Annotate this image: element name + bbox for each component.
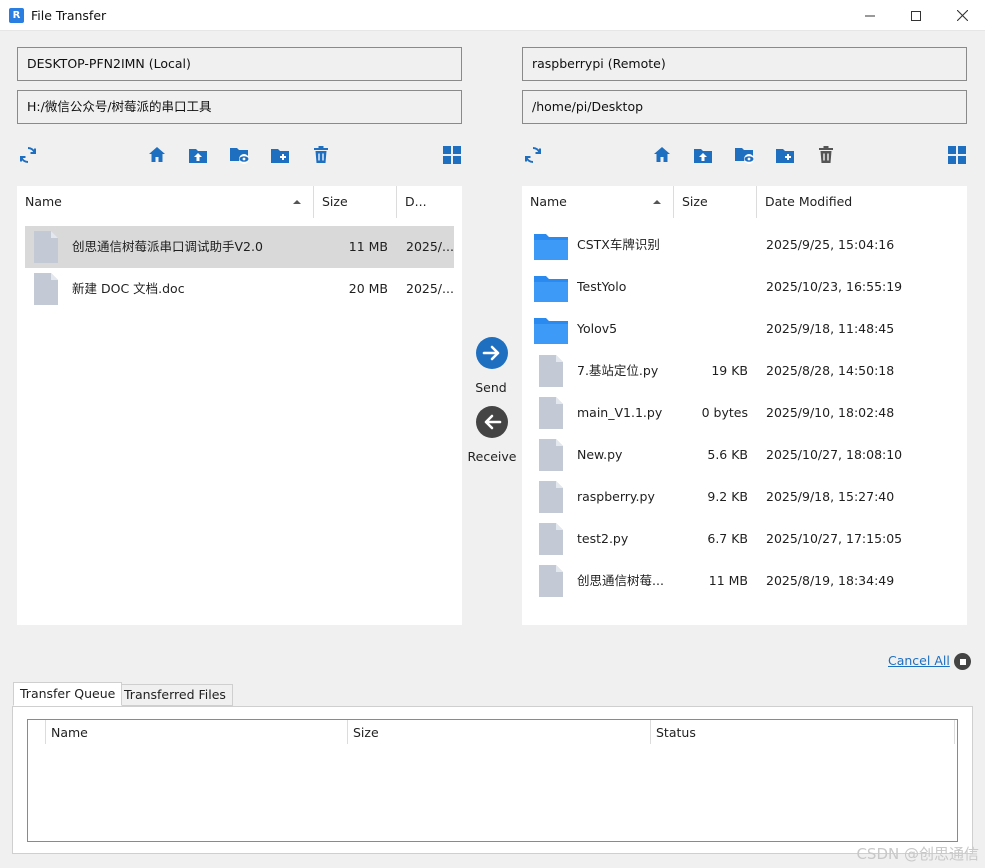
remote-grid-view-icon[interactable] xyxy=(946,144,968,166)
remote-file-row[interactable]: TestYolo 2025/10/23, 16:55:19 xyxy=(530,266,959,308)
remote-refresh-icon[interactable] xyxy=(522,144,544,166)
queue-col-name[interactable]: Name xyxy=(45,720,347,746)
local-path-field[interactable]: H:/微信公众号/树莓派的串口工具 xyxy=(17,90,462,124)
local-delete-icon[interactable] xyxy=(310,144,332,166)
remote-file-row[interactable]: test2.py 6.7 KB 2025/10/27, 17:15:05 xyxy=(530,518,959,560)
file-icon xyxy=(539,523,563,555)
app-logo-icon: R xyxy=(9,8,24,23)
remote-col-date[interactable]: Date Modified xyxy=(757,186,967,218)
transfer-queue-pane: Name Size Status xyxy=(12,706,973,854)
file-date: 2025/10/23, 16:55:19 xyxy=(766,279,903,294)
file-size: 0 bytes xyxy=(701,405,748,420)
file-date: 2025/... xyxy=(406,281,454,296)
send-label: Send xyxy=(475,380,507,395)
remote-file-row[interactable]: Yolov5 2025/9/18, 11:48:45 xyxy=(530,308,959,350)
receive-label: Receive xyxy=(467,449,517,464)
sort-ascending-icon xyxy=(653,200,661,204)
file-size: 11 MB xyxy=(348,239,388,254)
file-size: 20 MB xyxy=(348,281,388,296)
minimize-button[interactable] xyxy=(847,0,893,31)
local-file-row[interactable]: 新建 DOC 文档.doc 20 MB 2025/... xyxy=(25,268,454,310)
sort-ascending-icon xyxy=(293,200,301,204)
remote-upload-folder-icon[interactable] xyxy=(692,144,714,166)
file-size xyxy=(680,308,748,350)
remote-file-row[interactable]: New.py 5.6 KB 2025/10/27, 18:08:10 xyxy=(530,434,959,476)
receive-button[interactable] xyxy=(476,406,508,438)
queue-col-size[interactable]: Size xyxy=(347,720,650,746)
local-view-folder-icon[interactable] xyxy=(229,144,251,166)
file-size: 6.7 KB xyxy=(707,531,748,546)
maximize-button[interactable] xyxy=(893,0,939,31)
file-size: 9.2 KB xyxy=(707,489,748,504)
local-refresh-icon[interactable] xyxy=(17,144,39,166)
local-col-size[interactable]: Size xyxy=(314,186,396,218)
window-title: File Transfer xyxy=(31,8,107,23)
file-date: 2025/... xyxy=(406,239,454,254)
local-col-date[interactable]: D... xyxy=(397,186,462,218)
remote-path-field[interactable]: /home/pi/Desktop xyxy=(522,90,967,124)
file-name: 创思通信树莓派串口调试助手V2.0 xyxy=(72,239,263,254)
file-date: 2025/8/28, 14:50:18 xyxy=(766,363,895,378)
local-host-field: DESKTOP-PFN2IMN (Local) xyxy=(17,47,462,81)
file-size: 5.6 KB xyxy=(707,447,748,462)
tab-transferred-files[interactable]: Transferred Files xyxy=(117,684,233,706)
arrow-right-icon xyxy=(482,345,500,361)
remote-col-size[interactable]: Size xyxy=(674,186,756,218)
local-upload-folder-icon[interactable] xyxy=(187,144,209,166)
cancel-all-link[interactable]: Cancel All xyxy=(888,653,950,668)
file-icon xyxy=(539,397,563,429)
file-size: 11 MB xyxy=(708,573,748,588)
watermark: CSDN @创思通信 xyxy=(856,845,979,863)
local-file-list[interactable]: Name Size D... 创思通信树莓派串口调试助手V2.0 11 MB 2… xyxy=(17,186,462,625)
remote-file-row[interactable]: 创思通信树莓... 11 MB 2025/8/19, 18:34:49 xyxy=(530,560,959,602)
transfer-queue-table[interactable]: Name Size Status xyxy=(27,719,958,842)
file-date: 2025/8/19, 18:34:49 xyxy=(766,573,895,588)
file-name: 新建 DOC 文档.doc xyxy=(72,281,185,296)
remote-host-field: raspberrypi (Remote) xyxy=(522,47,967,81)
file-date: 2025/10/27, 17:15:05 xyxy=(766,531,903,546)
tab-transfer-queue[interactable]: Transfer Queue xyxy=(13,682,123,706)
file-icon xyxy=(34,273,58,305)
folder-icon xyxy=(534,318,568,344)
remote-home-icon[interactable] xyxy=(651,144,673,166)
close-button[interactable] xyxy=(939,0,985,31)
file-date: 2025/9/10, 18:02:48 xyxy=(766,405,895,420)
local-grid-view-icon[interactable] xyxy=(441,144,463,166)
file-date: 2025/9/18, 11:48:45 xyxy=(766,321,895,336)
remote-file-row[interactable]: 7.基站定位.py 19 KB 2025/8/28, 14:50:18 xyxy=(530,350,959,392)
remote-delete-icon[interactable] xyxy=(815,144,837,166)
file-icon xyxy=(539,439,563,471)
remote-file-row[interactable]: main_V1.1.py 0 bytes 2025/9/10, 18:02:48 xyxy=(530,392,959,434)
remote-file-row[interactable]: raspberry.py 9.2 KB 2025/9/18, 15:27:40 xyxy=(530,476,959,518)
remote-file-list[interactable]: Name Size Date Modified CSTX车牌识别 2025/9/… xyxy=(522,186,967,625)
local-new-folder-icon[interactable] xyxy=(269,144,291,166)
file-icon xyxy=(539,355,563,387)
file-date: 2025/10/27, 18:08:10 xyxy=(766,447,903,462)
title-bar: R File Transfer xyxy=(0,0,985,31)
file-size xyxy=(680,266,748,308)
local-col-name[interactable]: Name xyxy=(17,186,313,218)
remote-view-folder-icon[interactable] xyxy=(734,144,756,166)
file-size xyxy=(680,224,748,266)
folder-icon xyxy=(534,234,568,260)
file-icon xyxy=(539,481,563,513)
folder-icon xyxy=(534,276,568,302)
file-icon xyxy=(539,565,563,597)
arrow-left-icon xyxy=(484,414,502,430)
local-file-row[interactable]: 创思通信树莓派串口调试助手V2.0 11 MB 2025/... xyxy=(25,226,454,268)
remote-new-folder-icon[interactable] xyxy=(774,144,796,166)
file-date: 2025/9/18, 15:27:40 xyxy=(766,489,895,504)
stop-icon[interactable] xyxy=(954,653,971,670)
file-icon xyxy=(34,231,58,263)
send-button[interactable] xyxy=(476,337,508,369)
local-home-icon[interactable] xyxy=(146,144,168,166)
queue-col-status[interactable]: Status xyxy=(650,720,950,746)
file-size: 19 KB xyxy=(711,363,748,378)
remote-file-row[interactable]: CSTX车牌识别 2025/9/25, 15:04:16 xyxy=(530,224,959,266)
remote-col-name[interactable]: Name xyxy=(522,186,673,218)
file-date: 2025/9/25, 15:04:16 xyxy=(766,237,895,252)
